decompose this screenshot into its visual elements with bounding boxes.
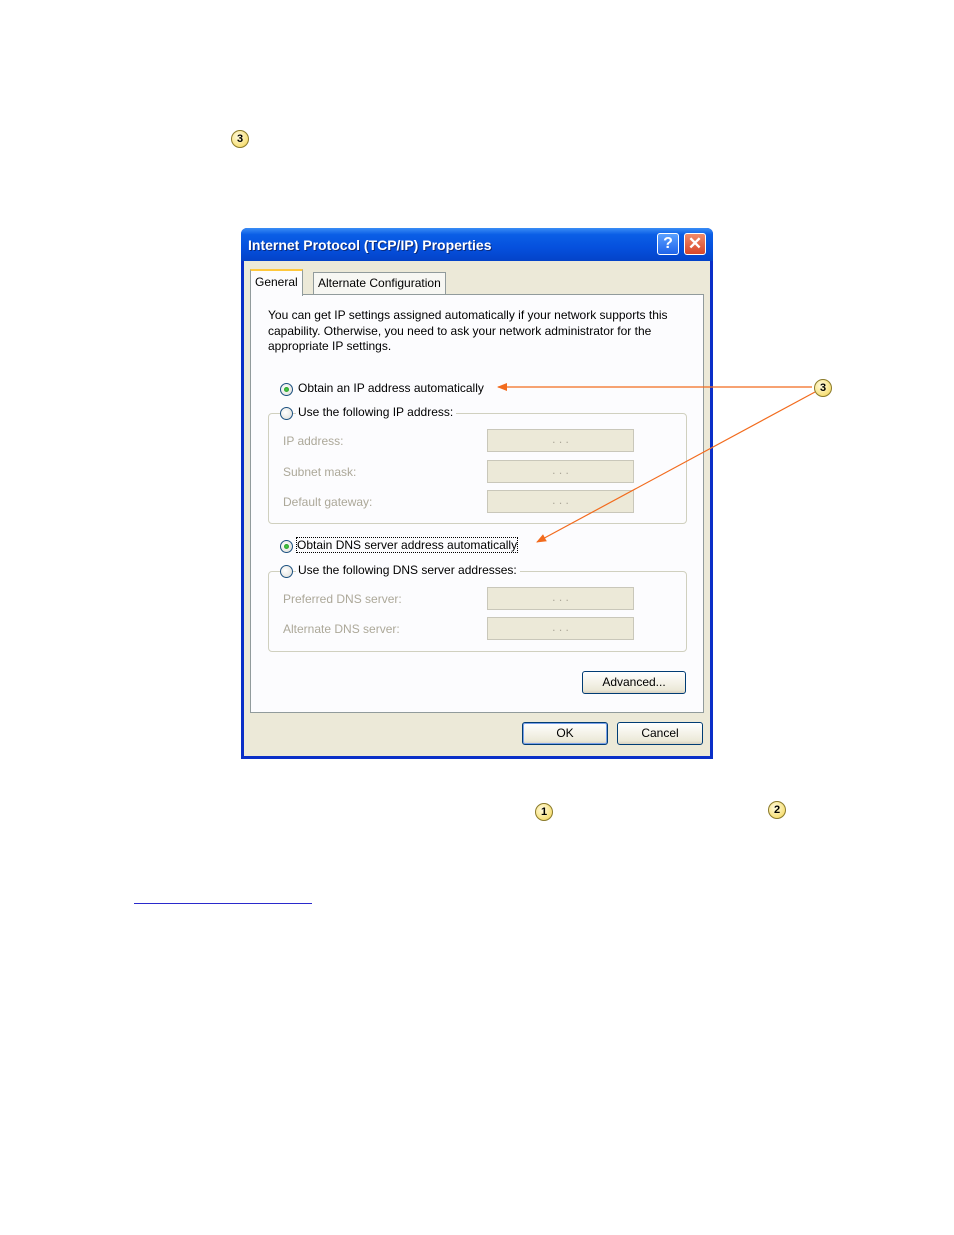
tab-general[interactable]: General	[250, 269, 303, 296]
arrow-to-obtain-dns	[536, 391, 816, 543]
callout-arrows	[497, 383, 816, 543]
